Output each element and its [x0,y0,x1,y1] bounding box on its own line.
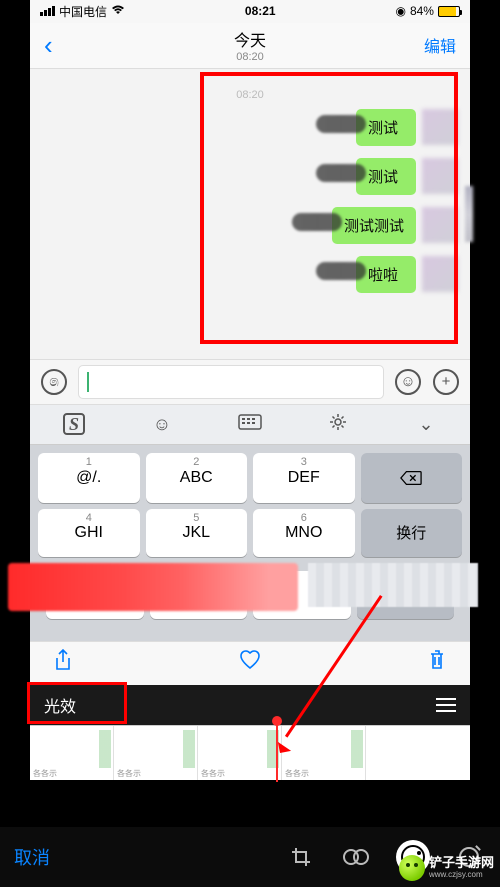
redaction-scribble [316,262,366,280]
keyboard-emoji-icon[interactable]: ☺ [118,414,206,435]
redaction-blob [8,563,298,611]
nav-title: 今天 [30,27,470,51]
key-abc[interactable]: 2ABC [146,453,248,503]
keyboard-layout-icon[interactable] [206,414,294,435]
key-ghi[interactable]: 4GHI [38,509,140,557]
edit-button[interactable]: 编辑 [424,33,456,57]
avatar[interactable] [422,158,458,194]
crop-icon[interactable] [284,840,318,874]
watermark-name: 铲子手游网 [429,856,494,870]
message-row: 测试 [42,109,458,146]
message-input[interactable] [78,365,384,399]
menu-icon[interactable] [436,698,456,712]
sogou-logo-icon[interactable]: S [30,413,118,435]
message-row: 测试 [42,158,458,195]
back-button[interactable]: ‹ [44,30,53,61]
message-text: 测试 [368,169,398,186]
key-return[interactable]: 换行 [361,509,463,557]
input-bar: ෧ ☺ + [30,359,470,405]
photo-actions-bar [30,641,470,685]
thumbnail-strip[interactable]: 各各示 各各示 各各示 各各示 [30,725,470,780]
message-bubble[interactable]: 啦啦 [356,256,416,293]
thumbnail[interactable]: 各各示 [114,726,198,780]
plus-icon[interactable]: + [432,368,460,396]
battery-icon [438,6,460,17]
key-delete[interactable] [361,453,463,503]
nav-subtitle: 08:20 [30,51,470,63]
status-time: 08:21 [245,4,276,18]
nav-title-block: 今天 08:20 [30,27,470,63]
nav-header: ‹ 今天 08:20 编辑 [30,23,470,69]
favorite-icon[interactable] [239,650,261,676]
redaction-scribble [465,186,473,242]
avatar[interactable] [422,207,458,243]
text-cursor [87,372,89,392]
cancel-button[interactable]: 取消 [14,844,50,870]
message-text: 啦啦 [368,267,398,284]
edit-title: 光效 [44,693,76,717]
phone-screenshot: 中国电信 08:21 ◉ 84% ‹ 今天 08:20 编辑 08:20 测试 [30,0,470,780]
playhead-icon[interactable] [276,720,278,782]
emoji-icon[interactable]: ☺ [394,368,422,396]
thumbnail[interactable]: 各各示 [30,726,114,780]
annotation-box-icon [27,682,127,724]
chat-timestamp: 08:20 [42,89,458,101]
redaction-scribble [316,115,366,133]
key-1[interactable]: 1@/. [38,453,140,503]
share-icon[interactable] [54,649,72,677]
chat-area: 08:20 测试 测试 测试测试 啦啦 [30,69,470,359]
thumbnail[interactable]: 各各示 [282,726,366,780]
key-def[interactable]: 3DEF [253,453,355,503]
signal-icon [40,6,55,16]
alarm-icon: ◉ [395,4,405,18]
carrier-label: 中国电信 [59,3,107,20]
message-bubble[interactable]: 测试 [356,109,416,146]
keyboard-hide-icon[interactable]: ⌄ [382,414,470,435]
redaction-scribble [316,164,366,182]
message-bubble[interactable]: 测试 [356,158,416,195]
keyboard: S ☺ ⌄ 1@/. 2ABC 3DEF 4GHI 5JKL 6MN [30,405,470,641]
key-mno[interactable]: 6MNO [253,509,355,557]
keyboard-settings-icon[interactable] [294,412,382,437]
watermark-logo-icon [399,855,425,881]
thumbnail[interactable]: 各各示 [198,726,282,780]
edit-bar: 光效 [30,685,470,725]
redaction-scribble [292,213,342,231]
watermark-url: www.czjsy.com [429,871,494,880]
avatar[interactable] [422,256,458,292]
status-bar: 中国电信 08:21 ◉ 84% [30,0,470,23]
delete-icon[interactable] [428,649,446,677]
battery-pct: 84% [410,4,434,18]
filters-icon[interactable] [340,840,374,874]
voice-input-icon[interactable]: ෧ [40,368,68,396]
wifi-icon [111,4,125,18]
watermark: 铲子手游网 www.czjsy.com [399,855,494,881]
pixelation-blur [308,563,478,607]
message-text: 测试 [368,120,398,137]
message-bubble[interactable]: 测试测试 [332,207,416,244]
keyboard-toolbar: S ☺ ⌄ [30,405,470,445]
key-jkl[interactable]: 5JKL [146,509,248,557]
message-text: 测试测试 [344,218,404,235]
avatar[interactable] [422,109,458,145]
message-row: 啦啦 [42,256,458,293]
message-row: 测试测试 [42,207,458,244]
